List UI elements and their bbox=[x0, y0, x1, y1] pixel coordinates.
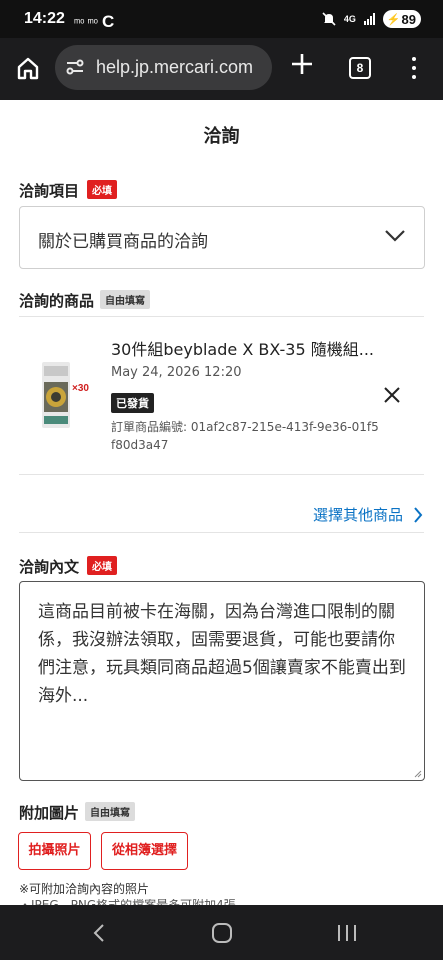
product-section-label-text: 洽詢的商品 bbox=[19, 292, 95, 310]
close-icon[interactable] bbox=[383, 386, 401, 404]
content-section-label-text: 洽詢內文 bbox=[19, 558, 80, 576]
address-bar[interactable]: help.jp.mercari.com bbox=[55, 45, 272, 90]
status-bar: 14:22 ᵐᵒ ᵐᵒ C 4G ⚡ 89 bbox=[0, 0, 443, 38]
product-section-label: 洽詢的商品 自由填寫 bbox=[19, 290, 151, 311]
image-section-label-text: 附加圖片 bbox=[19, 804, 80, 822]
divider bbox=[19, 474, 424, 475]
notification-letter: C bbox=[101, 12, 115, 31]
product-thumb-tag: ×30 bbox=[72, 383, 89, 394]
status-badge: 已發貨 bbox=[111, 393, 154, 413]
inquiry-content-textarea[interactable]: 這商品目前被卡在海關，因為台灣進口限制的關係，我沒辦法領取，固需要退貨，可能也要… bbox=[19, 581, 425, 781]
choose-from-album-button[interactable]: 從相簿選擇 bbox=[101, 832, 188, 870]
divider bbox=[19, 532, 424, 533]
optional-badge: 自由填寫 bbox=[85, 802, 136, 821]
attachment-note: ※可附加洽詢內容的照片 bbox=[19, 882, 150, 896]
mute-icon bbox=[322, 12, 336, 26]
choose-other-product-link[interactable]: 選擇其他商品 bbox=[313, 504, 423, 525]
back-icon[interactable] bbox=[90, 923, 108, 943]
inquiry-type-select[interactable]: 關於已購買商品的洽詢 bbox=[19, 206, 425, 269]
notification-text: ᵐᵒ ᵐᵒ bbox=[74, 17, 98, 29]
product-title: 30件組beyblade X BX-35 隨機組... bbox=[111, 340, 374, 359]
battery-level: 89 bbox=[401, 11, 416, 27]
required-badge: 必填 bbox=[87, 180, 118, 199]
inquiry-content-text: 這商品目前被卡在海關，因為台灣進口限制的關係，我沒辦法領取，固需要退貨，可能也要… bbox=[38, 602, 406, 706]
battery-icon: ⚡ 89 bbox=[382, 10, 421, 28]
home-button-icon[interactable] bbox=[212, 923, 232, 943]
new-tab-icon[interactable] bbox=[290, 52, 314, 76]
more-menu-icon[interactable] bbox=[404, 56, 424, 80]
chevron-right-icon bbox=[414, 506, 423, 523]
system-nav-bar bbox=[0, 905, 443, 960]
product-thumbnail: ×30 bbox=[42, 362, 89, 428]
inquiry-type-value: 關於已購買商品的洽詢 bbox=[38, 232, 208, 252]
status-time: 14:22 bbox=[24, 10, 65, 27]
required-badge: 必填 bbox=[87, 556, 118, 575]
product-date: May 24, 2026 12:20 bbox=[111, 365, 242, 380]
signal-icon bbox=[363, 13, 375, 25]
site-settings-icon[interactable] bbox=[65, 57, 85, 77]
recent-apps-icon[interactable] bbox=[338, 925, 356, 941]
optional-badge: 自由填寫 bbox=[100, 290, 151, 309]
notification-icons: ᵐᵒ ᵐᵒ C bbox=[74, 11, 114, 31]
tab-switcher-button[interactable]: 8 bbox=[349, 57, 371, 79]
chevron-down-icon bbox=[385, 230, 405, 242]
network-icon: 4G bbox=[343, 13, 356, 24]
status-right: 4G ⚡ 89 bbox=[322, 10, 421, 28]
home-icon[interactable] bbox=[14, 54, 42, 82]
browser-toolbar: help.jp.mercari.com 8 bbox=[0, 38, 443, 100]
take-photo-button[interactable]: 拍攝照片 bbox=[18, 832, 91, 870]
resize-handle-icon[interactable] bbox=[414, 770, 422, 778]
image-section-label: 附加圖片 自由填寫 bbox=[19, 802, 136, 823]
page-title: 洽詢 bbox=[203, 126, 240, 147]
inquiry-item-label-text: 洽詢項目 bbox=[19, 182, 80, 200]
choose-other-label: 選擇其他商品 bbox=[312, 506, 403, 524]
divider bbox=[19, 316, 424, 317]
url-text[interactable]: help.jp.mercari.com bbox=[96, 57, 253, 78]
inquiry-item-label: 洽詢項目 必填 bbox=[19, 180, 118, 201]
order-number: 訂單商品編號: 01af2c87-215e-413f-9e36-01f5f80d… bbox=[111, 420, 379, 452]
content-section-label: 洽詢內文 必填 bbox=[19, 556, 118, 577]
